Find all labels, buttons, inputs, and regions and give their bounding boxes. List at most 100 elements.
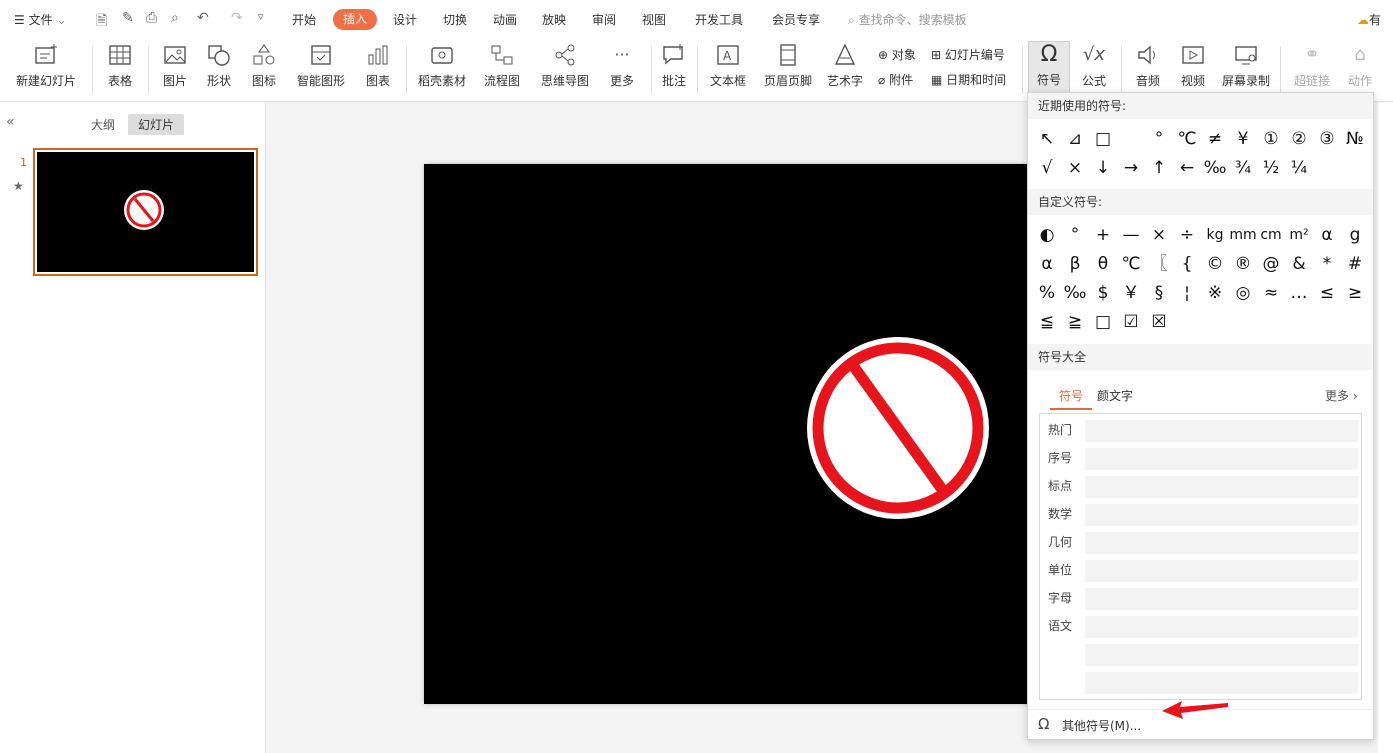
tab-transition[interactable]: 切换 — [443, 11, 467, 28]
symbol-cell[interactable]: ℃ — [1117, 250, 1145, 278]
symbol-cell[interactable]: ② — [1285, 125, 1313, 153]
symbol-cell[interactable]: ℃ — [1173, 125, 1201, 153]
symbol-cell[interactable]: cm — [1257, 221, 1285, 249]
object-button[interactable]: ⊕ 对象 — [878, 46, 916, 63]
symbol-cell[interactable]: g — [1341, 221, 1369, 249]
print-icon[interactable]: ⎙ — [146, 10, 157, 26]
symbol-cell[interactable]: ↑ — [1145, 154, 1173, 182]
symbol-cell[interactable]: № — [1341, 125, 1369, 153]
mindmap-button[interactable]: 思维导图 — [535, 38, 595, 102]
tab-emoticons[interactable]: 颜文字 — [1097, 387, 1133, 404]
symbol-cell[interactable]: mm — [1229, 221, 1257, 249]
symbol-cell[interactable]: ¾ — [1229, 154, 1257, 182]
symbol-category[interactable]: 序号 — [1048, 449, 1072, 466]
smart-graphic-button[interactable]: 智能图形 — [290, 38, 352, 102]
slide-number-button[interactable]: ⊞ 幻灯片编号 — [931, 46, 1005, 63]
table-button[interactable]: 表格 — [100, 38, 140, 102]
symbol-cell[interactable] — [1117, 125, 1145, 153]
symbol-cell[interactable]: % — [1033, 279, 1061, 307]
chart-button[interactable]: 图表 — [358, 38, 398, 102]
symbol-cell[interactable]: ← — [1173, 154, 1201, 182]
symbol-cell[interactable]: α — [1033, 250, 1061, 278]
symbol-category[interactable]: 字母 — [1048, 589, 1072, 606]
symbol-cell[interactable]: ☒ — [1145, 308, 1173, 336]
new-slide-button[interactable]: 新建幻灯片 — [8, 38, 84, 102]
symbol-cell[interactable]: ≈ — [1257, 279, 1285, 307]
tab-review[interactable]: 审阅 — [592, 11, 616, 28]
more-button[interactable]: ··· 更多 — [602, 38, 642, 102]
symbol-category[interactable]: 热门 — [1048, 421, 1072, 438]
symbol-cell[interactable]: ↖ — [1033, 125, 1061, 153]
slide-canvas[interactable] — [424, 164, 1030, 704]
symbol-cell[interactable]: @ — [1257, 250, 1285, 278]
symbol-cell[interactable]: # — [1341, 250, 1369, 278]
flowchart-button[interactable]: 流程图 — [476, 38, 528, 102]
symbol-cell[interactable]: ￥ — [1117, 279, 1145, 307]
icon-button[interactable]: 图标 — [244, 38, 284, 102]
symbol-cell[interactable]: ® — [1229, 250, 1257, 278]
symbol-category[interactable]: 语文 — [1048, 617, 1072, 634]
undo-icon[interactable]: ↶ — [197, 10, 209, 26]
user-status[interactable]: ☁有 — [1357, 11, 1381, 28]
redo-icon[interactable]: ↷ — [231, 10, 243, 26]
tab-slides[interactable]: 幻灯片 — [128, 114, 185, 135]
tab-outline[interactable]: 大纲 — [91, 116, 115, 133]
header-footer-button[interactable]: 页眉页脚 — [760, 38, 816, 102]
symbol-category[interactable]: 数学 — [1048, 505, 1072, 522]
save-icon[interactable]: 🗎 — [96, 10, 107, 34]
symbol-cell[interactable]: § — [1145, 279, 1173, 307]
symbol-cell[interactable]: ↓ — [1089, 154, 1117, 182]
symbol-cell[interactable]: ≦ — [1033, 308, 1061, 336]
symbol-cell[interactable]: ÷ — [1173, 221, 1201, 249]
symbol-cell[interactable]: × — [1061, 154, 1089, 182]
symbol-cell[interactable]: α — [1313, 221, 1341, 249]
symbol-cell[interactable]: kg — [1201, 221, 1229, 249]
tab-developer[interactable]: 开发工具 — [695, 11, 743, 28]
symbol-cell[interactable]: & — [1285, 250, 1313, 278]
tab-symbols[interactable]: 符号 — [1050, 387, 1093, 410]
slide-thumbnail[interactable] — [33, 148, 258, 276]
symbol-cell[interactable]: ‰ — [1061, 279, 1089, 307]
symbol-category[interactable]: 单位 — [1048, 561, 1072, 578]
symbol-cell[interactable]: ¼ — [1285, 154, 1313, 182]
symbol-button[interactable]: Ω 符号 — [1028, 41, 1070, 95]
symbol-cell[interactable]: ° — [1061, 221, 1089, 249]
symbol-cell[interactable]: × — [1145, 221, 1173, 249]
symbol-cell[interactable]: ½ — [1257, 154, 1285, 182]
symbol-cell[interactable]: ⊿ — [1061, 125, 1089, 153]
attachment-button[interactable]: ⌀ 附件 — [878, 71, 913, 88]
tab-slideshow[interactable]: 放映 — [542, 11, 566, 28]
wordart-button[interactable]: 艺术字 — [820, 38, 870, 102]
symbol-cell[interactable]: β — [1061, 250, 1089, 278]
symbol-category[interactable]: 几何 — [1048, 533, 1072, 550]
tab-design[interactable]: 设计 — [393, 11, 417, 28]
file-menu[interactable]: ☰ 文件 ⌄ — [14, 11, 67, 28]
picture-button[interactable]: 图片 — [155, 38, 195, 102]
tab-animation[interactable]: 动画 — [493, 11, 517, 28]
tab-insert[interactable]: 插入 — [333, 9, 377, 30]
symbol-cell[interactable]: ¦ — [1173, 279, 1201, 307]
prohibit-sign-icon[interactable] — [806, 336, 990, 520]
symbol-cell[interactable]: © — [1201, 250, 1229, 278]
symbol-cell[interactable]: θ — [1089, 250, 1117, 278]
symbol-cell[interactable]: … — [1285, 279, 1313, 307]
command-search[interactable]: ⌕ 查找命令、搜索模板 — [848, 11, 967, 28]
customize-toolbar-icon[interactable]: ▿ — [258, 10, 264, 23]
symbol-cell[interactable]: ≧ — [1061, 308, 1089, 336]
symbol-cell[interactable]: ③ — [1313, 125, 1341, 153]
format-painter-icon[interactable]: ✎ — [122, 10, 134, 26]
symbol-cell[interactable]: ≠ — [1201, 125, 1229, 153]
collapse-panel-icon[interactable]: « — [6, 114, 15, 130]
symbol-cell[interactable]: □ — [1089, 308, 1117, 336]
other-symbols-button[interactable]: Ω 其他符号(M)... — [1028, 701, 1373, 739]
symbol-cell[interactable]: ° — [1145, 125, 1173, 153]
print-preview-icon[interactable]: ⌕ — [171, 10, 179, 26]
docer-material-button[interactable]: 稻壳素材 — [414, 38, 470, 102]
symbol-cell[interactable]: ※ — [1201, 279, 1229, 307]
symbol-cell[interactable]: m² — [1285, 221, 1313, 249]
tab-start[interactable]: 开始 — [292, 11, 316, 28]
symbol-cell[interactable]: ◐ — [1033, 221, 1061, 249]
symbol-cell[interactable]: * — [1313, 250, 1341, 278]
symbol-cell[interactable]: ≤ — [1313, 279, 1341, 307]
tab-view[interactable]: 视图 — [642, 11, 666, 28]
